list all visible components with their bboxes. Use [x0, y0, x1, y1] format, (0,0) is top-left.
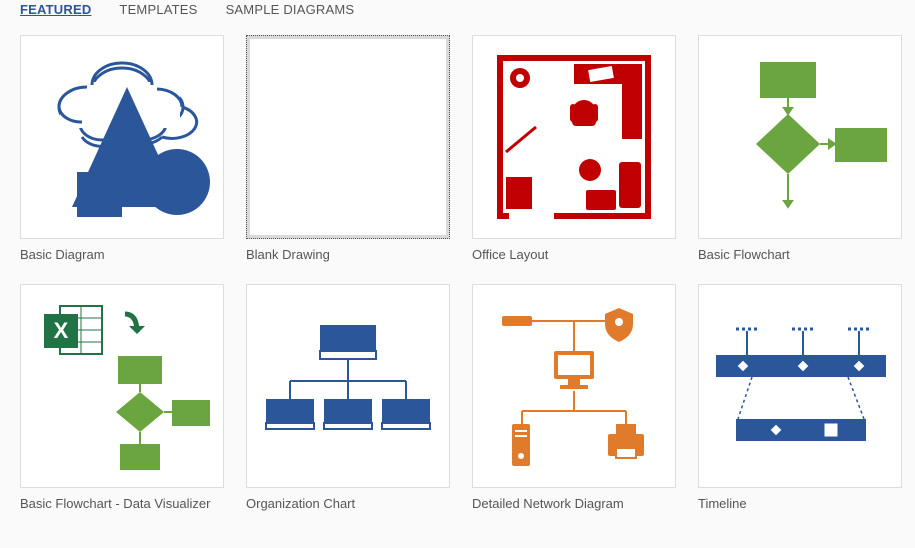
label-blank-drawing: Blank Drawing: [246, 247, 450, 262]
template-office-layout[interactable]: Office Layout: [472, 35, 676, 262]
org-chart-icon: [258, 311, 438, 461]
tab-templates[interactable]: TEMPLATES: [119, 2, 197, 17]
thumb-office-layout: [472, 35, 676, 239]
template-timeline[interactable]: Timeline: [698, 284, 902, 511]
label-org-chart: Organization Chart: [246, 496, 450, 511]
label-basic-diagram: Basic Diagram: [20, 247, 224, 262]
tab-featured[interactable]: FEATURED: [20, 2, 91, 17]
template-basic-diagram[interactable]: Basic Diagram: [20, 35, 224, 262]
label-timeline: Timeline: [698, 496, 902, 511]
office-layout-icon: [494, 52, 654, 222]
blank-canvas-icon: [250, 39, 446, 235]
template-grid: Basic Diagram Blank Drawing: [20, 35, 895, 511]
thumb-org-chart: [246, 284, 450, 488]
thumb-basic-diagram: [20, 35, 224, 239]
label-flowchart-dv: Basic Flowchart - Data Visualizer: [20, 496, 224, 511]
template-organization-chart[interactable]: Organization Chart: [246, 284, 450, 511]
template-blank-drawing[interactable]: Blank Drawing: [246, 35, 450, 262]
thumb-blank-drawing: [246, 35, 450, 239]
thumb-timeline: [698, 284, 902, 488]
template-tabs: FEATURED TEMPLATES SAMPLE DIAGRAMS: [20, 0, 895, 35]
basic-diagram-icon: [32, 52, 212, 222]
network-diagram-icon: [484, 296, 664, 476]
label-network: Detailed Network Diagram: [472, 496, 676, 511]
svg-text:X: X: [53, 318, 68, 343]
basic-flowchart-icon: [710, 52, 890, 222]
timeline-icon: [708, 311, 893, 461]
label-office-layout: Office Layout: [472, 247, 676, 262]
thumb-network: [472, 284, 676, 488]
tab-sample-diagrams[interactable]: SAMPLE DIAGRAMS: [226, 2, 355, 17]
template-flowchart-data-visualizer[interactable]: X Basi: [20, 284, 224, 511]
template-basic-flowchart[interactable]: Basic Flowchart: [698, 35, 902, 262]
label-basic-flowchart: Basic Flowchart: [698, 247, 902, 262]
thumb-basic-flowchart: [698, 35, 902, 239]
flowchart-dv-icon: X: [30, 294, 215, 479]
thumb-flowchart-dv: X: [20, 284, 224, 488]
template-network-diagram[interactable]: Detailed Network Diagram: [472, 284, 676, 511]
